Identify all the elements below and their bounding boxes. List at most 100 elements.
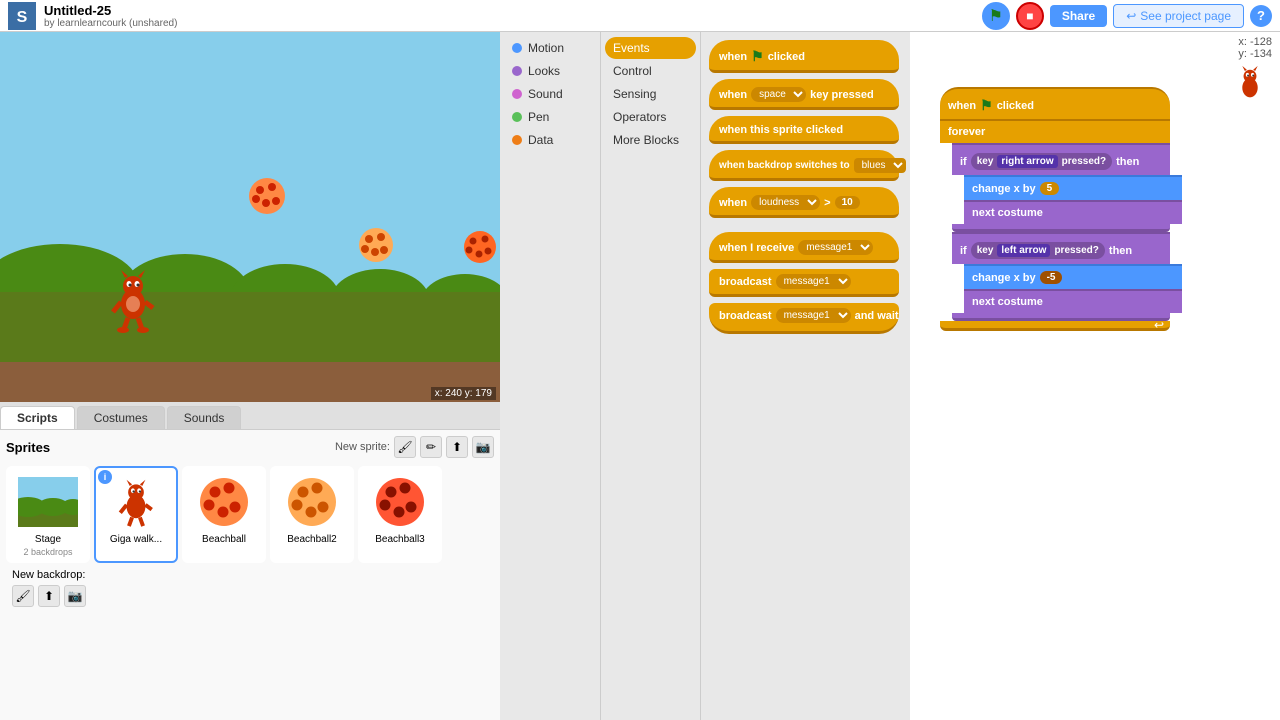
block-loudness-val[interactable]: 10: [835, 196, 860, 209]
motion-dot: [512, 43, 522, 53]
category-pen-label: Pen: [528, 110, 549, 124]
category-looks-label: Looks: [528, 64, 560, 78]
block-and-wait-text: and wait: [855, 310, 899, 322]
canvas-change-x-5[interactable]: change x by 5: [964, 175, 1182, 200]
new-backdrop-area: New backdrop: 🖌 ⬆ 📷: [6, 563, 494, 613]
topbar: S Untitled-25 by learnlearncourk (unshar…: [0, 0, 1280, 32]
submenu-events-label: Events: [613, 41, 650, 55]
block-key-select[interactable]: space: [751, 87, 806, 102]
sprite-info-badge[interactable]: i: [98, 470, 112, 484]
submenu-sensing[interactable]: Sensing: [605, 83, 696, 105]
category-motion[interactable]: Motion: [504, 37, 596, 59]
stop-button[interactable]: ■: [1016, 2, 1044, 30]
tab-sounds[interactable]: Sounds: [167, 406, 242, 429]
block-bcast-wait-select[interactable]: message1: [776, 308, 851, 323]
new-sprite-label: New sprite:: [335, 441, 390, 453]
project-title[interactable]: Untitled-25: [44, 3, 974, 18]
canvas-when-text: when: [948, 100, 976, 112]
ball-3[interactable]: [463, 230, 497, 264]
block-loudness-select[interactable]: loudness: [751, 195, 820, 210]
canvas-if-right[interactable]: if key right arrow pressed? then: [952, 143, 1170, 175]
sprites-panel: Sprites New sprite: 🖌 ✏ ⬆ 📷: [0, 430, 500, 720]
sprite-item-stage[interactable]: Stage 2 backdrops: [6, 466, 90, 563]
new-sprite-upload-button[interactable]: ⬆: [446, 436, 468, 458]
tabs-bar: Scripts Costumes Sounds: [0, 402, 500, 430]
block-when-loudness[interactable]: when loudness > 10: [709, 187, 899, 218]
sprite-sub-stage: 2 backdrops: [23, 547, 72, 557]
block-broadcast-wait[interactable]: broadcast message1 and wait: [709, 303, 899, 334]
block-broadcast-select[interactable]: message1: [776, 274, 851, 289]
submenu-operators-label: Operators: [613, 110, 666, 124]
block-when-receive[interactable]: when I receive message1: [709, 232, 899, 263]
canvas-code-group-1: when ⚑ clicked forever if key right arro…: [940, 87, 1182, 331]
block-gt: >: [824, 197, 830, 209]
block-when-sprite-text: when this sprite clicked: [719, 124, 843, 136]
category-pen[interactable]: Pen: [504, 106, 596, 128]
scripting-canvas[interactable]: x: -128 y: -134: [910, 32, 1280, 720]
category-data-label: Data: [528, 133, 553, 147]
new-sprite-edit-button[interactable]: ✏: [420, 436, 442, 458]
sprite-item-beachball2[interactable]: Beachball2: [270, 466, 354, 563]
canvas-change-x-neg5[interactable]: change x by -5: [964, 264, 1182, 289]
ball-2[interactable]: [358, 227, 394, 263]
category-data[interactable]: Data: [504, 129, 596, 151]
block-key-pressed-text: key pressed: [810, 89, 874, 101]
sound-dot: [512, 89, 522, 99]
sprite-thumb-beachball3: [370, 472, 430, 532]
canvas-next-costume-1[interactable]: next costume: [964, 200, 1182, 224]
block-when-backdrop[interactable]: when backdrop switches to blues: [709, 150, 899, 181]
share-button[interactable]: Share: [1050, 5, 1107, 27]
new-backdrop-upload-btn[interactable]: ⬆: [38, 585, 60, 607]
block-backdrop-select[interactable]: blues: [854, 158, 906, 173]
key-left-label: left arrow: [997, 244, 1050, 257]
canvas-next-costume-2[interactable]: next costume: [964, 289, 1182, 313]
block-when-key[interactable]: when space key pressed: [709, 79, 899, 110]
submenu-operators[interactable]: Operators: [605, 106, 696, 128]
category-sound[interactable]: Sound: [504, 83, 596, 105]
sprite-thumb-beachball2: [282, 472, 342, 532]
top-controls: ⚑ ■ Share ↩ See project page ?: [982, 2, 1272, 30]
tab-scripts[interactable]: Scripts: [0, 406, 75, 429]
scripts-area: Motion Looks Sound Pen Data Events: [500, 32, 1280, 720]
project-title-area: Untitled-25 by learnlearncourk (unshared…: [44, 3, 974, 29]
canvas-if-text-2: if: [960, 245, 967, 257]
new-backdrop-camera-btn[interactable]: 📷: [64, 585, 86, 607]
sprite-item-beachball[interactable]: Beachball: [182, 466, 266, 563]
block-broadcast[interactable]: broadcast message1: [709, 269, 899, 297]
block-when-clicked[interactable]: when ⚑ clicked: [709, 40, 899, 73]
new-backdrop-controls: 🖌 ⬆ 📷: [12, 585, 488, 607]
canvas-flag-icon: ⚑: [980, 97, 993, 114]
new-sprite-camera-button[interactable]: 📷: [472, 436, 494, 458]
new-sprite-paint-button[interactable]: 🖌: [394, 436, 416, 458]
svg-text:S: S: [17, 9, 28, 26]
see-project-button[interactable]: ↩ See project page: [1113, 4, 1244, 28]
sprite-item-beachball3[interactable]: Beachball3: [358, 466, 442, 563]
block-receive-select[interactable]: message1: [798, 240, 873, 255]
category-looks[interactable]: Looks: [504, 60, 596, 82]
canvas-change-x-text-2: change x by: [972, 272, 1036, 284]
sprites-title: Sprites: [6, 440, 50, 455]
stage[interactable]: x: 240 y: 179: [0, 32, 500, 402]
canvas-if-end-1: [952, 224, 1170, 232]
block-when-text: when: [719, 51, 747, 63]
submenu-control-label: Control: [613, 64, 652, 78]
stage-area: x: 240 y: 179 Scripts Costumes Sounds Sp…: [0, 32, 500, 720]
project-logo: S: [8, 2, 36, 30]
submenu-sensing-label: Sensing: [613, 87, 656, 101]
submenu-more-blocks[interactable]: More Blocks: [605, 129, 696, 151]
canvas-when-clicked[interactable]: when ⚑ clicked: [940, 87, 1170, 119]
canvas-next-costume-text-2: next costume: [972, 296, 1043, 308]
sprite-item-giga[interactable]: i: [94, 466, 178, 563]
tab-costumes[interactable]: Costumes: [77, 406, 165, 429]
ball-1[interactable]: [248, 177, 286, 215]
submenu-control[interactable]: Control: [605, 60, 696, 82]
new-backdrop-paint-btn[interactable]: 🖌: [12, 585, 34, 607]
help-button[interactable]: ?: [1250, 5, 1272, 27]
block-when-sprite[interactable]: when this sprite clicked: [709, 116, 899, 144]
canvas-if-left[interactable]: if key left arrow pressed? then: [952, 232, 1170, 264]
giga-sprite[interactable]: [108, 264, 158, 334]
submenu-events[interactable]: Events: [605, 37, 696, 59]
canvas-clicked-text: clicked: [997, 100, 1034, 112]
canvas-forever[interactable]: forever: [940, 119, 1170, 143]
green-flag-button[interactable]: ⚑: [982, 2, 1010, 30]
